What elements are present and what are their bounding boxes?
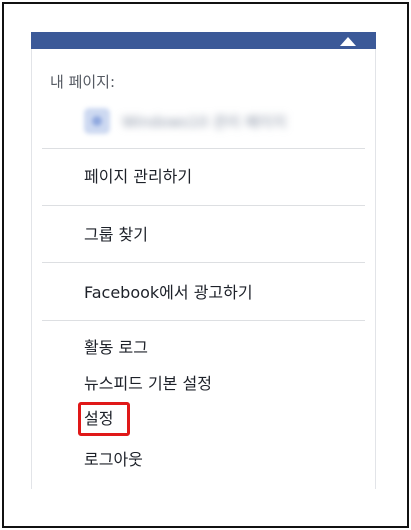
menu-item-find-groups[interactable]: 그룹 찾기 (84, 224, 148, 246)
dropdown-caret-icon (340, 37, 356, 46)
page-avatar-icon (84, 108, 110, 134)
menu-item-news-feed-preferences[interactable]: 뉴스피드 기본 설정 (84, 373, 212, 395)
top-navigation-bar (31, 32, 376, 49)
menu-divider (42, 262, 365, 263)
menu-item-activity-log[interactable]: 활동 로그 (84, 337, 148, 359)
menu-item-settings[interactable]: 설정 (84, 408, 113, 430)
page-name: Windows10 관리 페이지 (122, 112, 287, 131)
my-pages-label: 내 페이지: (50, 73, 116, 91)
menu-item-manage-pages[interactable]: 페이지 관리하기 (84, 166, 192, 188)
my-page-entry[interactable]: Windows10 관리 페이지 (84, 106, 334, 136)
menu-divider (42, 320, 365, 321)
menu-divider (42, 205, 365, 206)
menu-item-log-out[interactable]: 로그아웃 (84, 449, 143, 471)
menu-divider (42, 148, 365, 149)
menu-item-advertise[interactable]: Facebook에서 광고하기 (84, 282, 253, 304)
